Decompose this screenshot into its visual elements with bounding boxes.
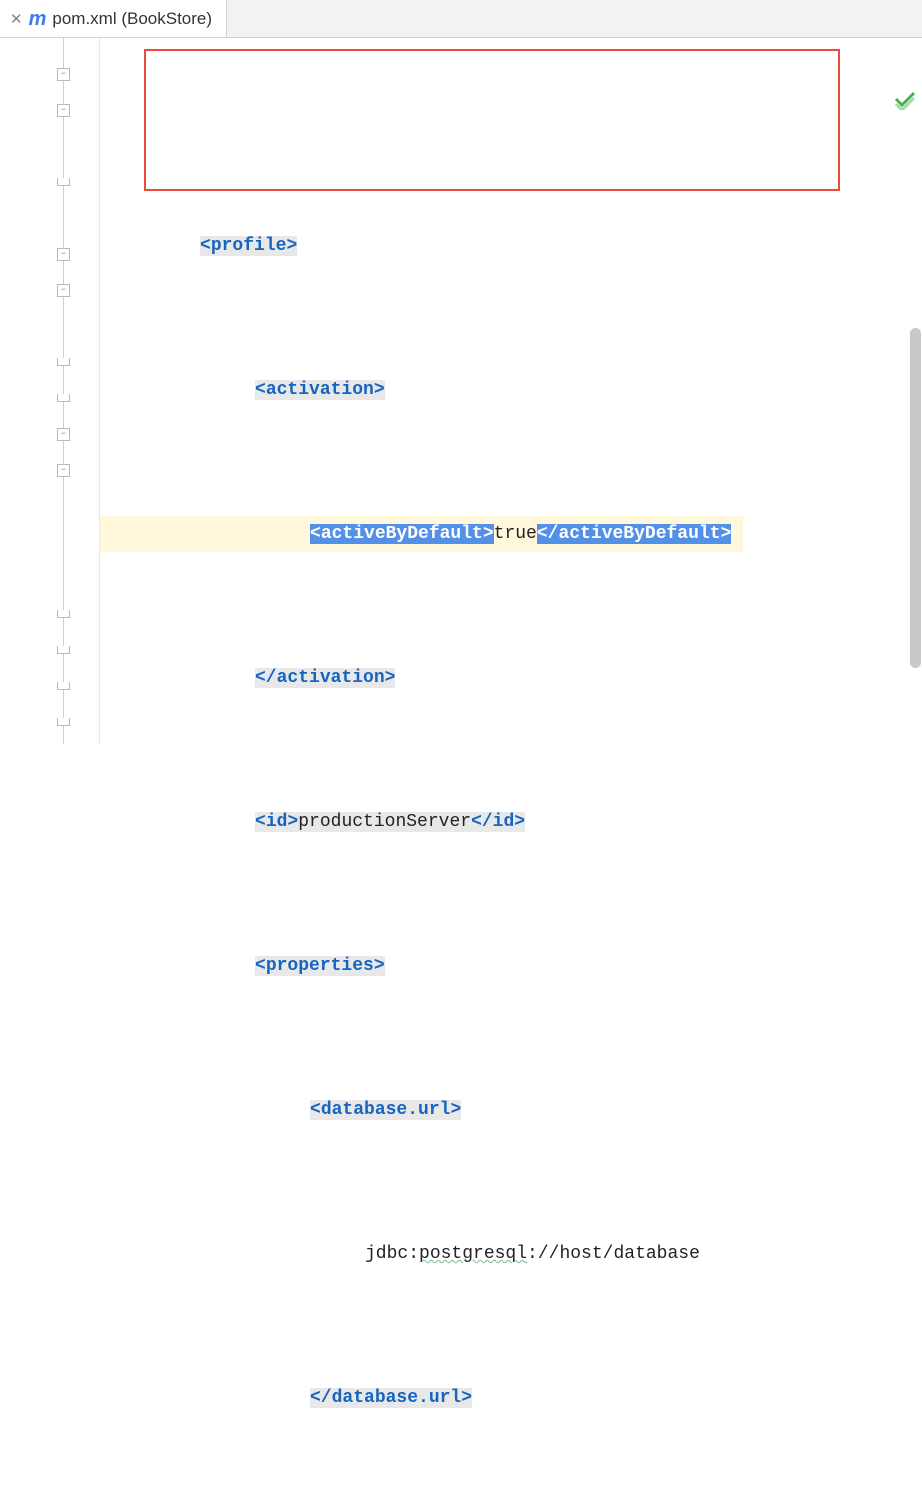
close-icon[interactable]: ✕: [10, 10, 23, 28]
editor[interactable]: − − − − − − <profile> <activation> <acti…: [0, 38, 922, 744]
fold-toggle-icon[interactable]: −: [57, 248, 70, 261]
fold-end-icon[interactable]: [57, 178, 70, 186]
fold-end-icon[interactable]: [57, 610, 70, 618]
editor-tab[interactable]: ✕ m pom.xml (BookStore): [0, 0, 227, 37]
code-line[interactable]: <database.url>: [100, 1092, 743, 1128]
code-line[interactable]: <properties>: [100, 948, 743, 984]
fold-end-icon[interactable]: [57, 682, 70, 690]
code-line-current[interactable]: <activeByDefault>true</activeByDefault>: [100, 516, 743, 552]
maven-icon: m: [29, 9, 47, 29]
fold-end-icon[interactable]: [57, 718, 70, 726]
code-area[interactable]: <profile> <activation> <activeByDefault>…: [100, 38, 743, 744]
code-line[interactable]: </activation>: [100, 660, 743, 696]
fold-toggle-icon[interactable]: −: [57, 104, 70, 117]
gutter[interactable]: − − − − − −: [0, 38, 100, 744]
code-line[interactable]: </database.url>: [100, 1380, 743, 1416]
fold-toggle-icon[interactable]: −: [57, 68, 70, 81]
highlight-box: [144, 49, 840, 191]
tab-bar: ✕ m pom.xml (BookStore): [0, 0, 922, 38]
code-line[interactable]: <id>productionServer</id>: [100, 804, 743, 840]
code-line[interactable]: <activation>: [100, 372, 743, 408]
fold-toggle-icon[interactable]: −: [57, 464, 70, 477]
tab-label: pom.xml (BookStore): [52, 9, 212, 29]
fold-toggle-icon[interactable]: −: [57, 284, 70, 297]
fold-end-icon[interactable]: [57, 358, 70, 366]
scrollbar-thumb[interactable]: [910, 328, 921, 668]
fold-end-icon[interactable]: [57, 394, 70, 402]
inspection-ok-icon[interactable]: [894, 88, 916, 117]
fold-toggle-icon[interactable]: −: [57, 428, 70, 441]
code-line[interactable]: <profile>: [100, 228, 743, 264]
code-line[interactable]: jdbc:postgresql://host/database: [100, 1236, 743, 1272]
fold-end-icon[interactable]: [57, 646, 70, 654]
